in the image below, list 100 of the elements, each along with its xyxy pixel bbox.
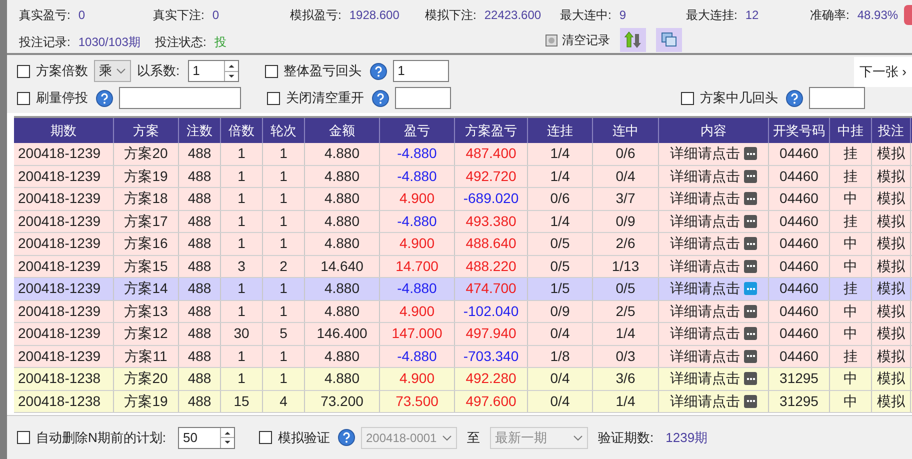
table-row[interactable]: 200418-1239 方案18 488 1 1 4.880 4.900 -689.020 0/6 3/7 详细请点击 04460 中 模拟 [14,188,912,210]
table-cell: 方案20 [114,368,179,390]
table-cell: 1 [263,300,305,322]
more-icon[interactable] [744,192,757,206]
table-cell: 200418-1238 [14,390,114,412]
operator-select[interactable]: 乘 [94,60,131,82]
table-row[interactable]: 200418-1239 方案12 488 30 5 146.400 147.000 497.940 0/4 1/4 详细请点击 04460 中 模拟 [14,323,912,346]
more-icon[interactable] [744,282,757,296]
input-field[interactable]: 1 [392,60,449,82]
help-icon[interactable] [786,90,803,106]
help-icon[interactable] [370,62,387,80]
table-row[interactable]: 200418-1239 方案19 488 1 1 4.880 -4.880 492.720 1/4 0/4 详细请点击 04460 挂 模拟 [14,166,912,188]
table-cell: 1 [263,368,305,390]
table-cell: 2/6 [593,233,659,254]
more-icon[interactable] [744,214,757,228]
table-cell: 模拟 [872,278,911,300]
table-cell: 04460 [769,300,830,322]
more-icon[interactable] [744,304,757,318]
table-cell: 1/4 [528,166,593,187]
table-cell: 方案19 [114,390,179,412]
table-cell: 497.600 [455,390,528,412]
details-link[interactable]: 详细请点击 [670,256,740,277]
table-cell: 488 [179,188,221,210]
table-cell: 4.880 [305,143,380,164]
more-icon[interactable] [744,260,757,273]
table-row[interactable]: 200418-1238 方案19 488 15 4 73.200 73.500 497.600 0/4 1/4 详细请点击 31295 中 模拟 [14,390,912,413]
windows-icon [661,32,677,48]
table-row[interactable]: 200418-1239 方案20 488 1 1 4.880 -4.880 487.400 1/4 0/6 详细请点击 04460 挂 模拟 [14,143,912,166]
table-cell: 0/4 [593,166,659,187]
more-icon[interactable] [744,170,757,183]
input-field[interactable] [395,87,451,109]
help-icon[interactable] [372,90,389,106]
details-link[interactable]: 详细请点击 [670,188,740,210]
table-cell: 挂 [830,210,872,232]
checkbox[interactable] [17,431,30,444]
table-cell: 488 [179,300,221,322]
table-cell: 4.880 [305,300,380,322]
more-icon[interactable] [744,147,757,160]
checkbox[interactable] [264,64,278,78]
more-icon[interactable] [744,372,757,386]
table-cell: 487.400 [455,143,528,164]
more-icon[interactable] [744,327,757,340]
checkbox[interactable] [17,64,30,78]
table-row[interactable]: 200418-1238 方案20 488 1 1 4.880 4.900 492.280 0/4 3/6 详细请点击 31295 中 模拟 [14,368,912,390]
details-link[interactable]: 详细请点击 [670,323,740,344]
checkbox[interactable] [267,92,280,104]
help-icon[interactable] [96,90,113,106]
details-link[interactable]: 详细请点击 [670,278,740,300]
table-row[interactable]: 200418-1239 方案15 488 3 2 14.640 14.700 488.220 0/5 1/13 详细请点击 04460 中 模拟 [14,256,912,278]
checkbox[interactable] [681,92,694,104]
table-row[interactable]: 200418-1239 方案16 488 1 1 4.880 4.900 488.640 0/5 2/6 详细请点击 04460 中 模拟 [14,233,912,256]
table-cell: 200418-1239 [14,233,114,254]
table-cell: 中 [830,368,872,390]
table-row[interactable]: 200418-1239 方案17 488 1 1 4.880 -4.880 493.380 1/4 0/9 详细请点击 04460 挂 模拟 [14,210,912,233]
table-cell: 1 [221,233,263,254]
table-cell: 488 [179,368,221,390]
table-cell: 73.200 [305,390,380,412]
table-row[interactable]: 200418-1239 方案11 488 1 1 4.880 -4.880 -703.340 1/8 0/3 详细请点击 04460 挂 模拟 [14,346,912,368]
table-cell: 挂 [830,143,872,164]
table-cell: 200418-1239 [14,323,114,344]
table-cell: 4.900 [380,300,455,322]
input-field[interactable] [809,87,865,109]
sort-toggle-button[interactable] [620,28,646,52]
details-link[interactable]: 详细请点击 [670,300,740,322]
table-cell: 1 [221,143,263,164]
table-cell: 488 [179,233,221,254]
table-cell: 1/8 [528,346,593,367]
table-cell: 30 [221,323,263,344]
stat-value: 投 [214,34,226,51]
window-toggle-button[interactable] [656,28,682,52]
stat-label: 投注记录: [19,34,70,51]
table-cell: 挂 [830,166,872,187]
table-cell: 4.880 [305,188,380,210]
table-cell: 中 [830,233,872,254]
table-cell: -689.020 [455,188,528,210]
checkbox[interactable] [259,431,272,444]
more-icon[interactable] [744,350,757,363]
details-link[interactable]: 详细请点击 [670,233,740,254]
details-link[interactable]: 详细请点击 [670,368,740,390]
details-link[interactable]: 详细请点击 [670,210,740,232]
details-link[interactable]: 详细请点击 [670,390,740,412]
more-icon[interactable] [744,237,757,250]
checkbox[interactable] [17,92,30,104]
number-spinner[interactable]: 50 [178,426,235,448]
table-cell: 14.700 [380,256,455,277]
details-link[interactable]: 详细请点击 [670,346,740,367]
next-page-button[interactable]: 下一张 › [854,57,912,87]
details-link[interactable]: 详细请点击 [670,166,740,187]
number-spinner[interactable]: 1 [188,60,239,82]
stat-value: 22423.600 [484,7,542,24]
clear-records-button[interactable]: 清空记录 [545,29,610,51]
table-row[interactable]: 200418-1239 方案14 488 1 1 4.880 -4.880 474.700 1/5 0/5 详细请点击 04460 挂 模拟 [14,278,912,300]
clear-icon [545,34,558,46]
details-link[interactable]: 详细请点击 [670,143,740,164]
help-icon[interactable] [338,429,355,446]
input-field[interactable] [119,87,241,109]
table-row[interactable]: 200418-1239 方案13 488 1 1 4.880 4.900 -102.040 0/9 2/5 详细请点击 04460 中 模拟 [14,300,912,323]
table-cell: 4.880 [305,346,380,367]
more-icon[interactable] [744,394,757,408]
table-cell: 31295 [769,368,830,390]
